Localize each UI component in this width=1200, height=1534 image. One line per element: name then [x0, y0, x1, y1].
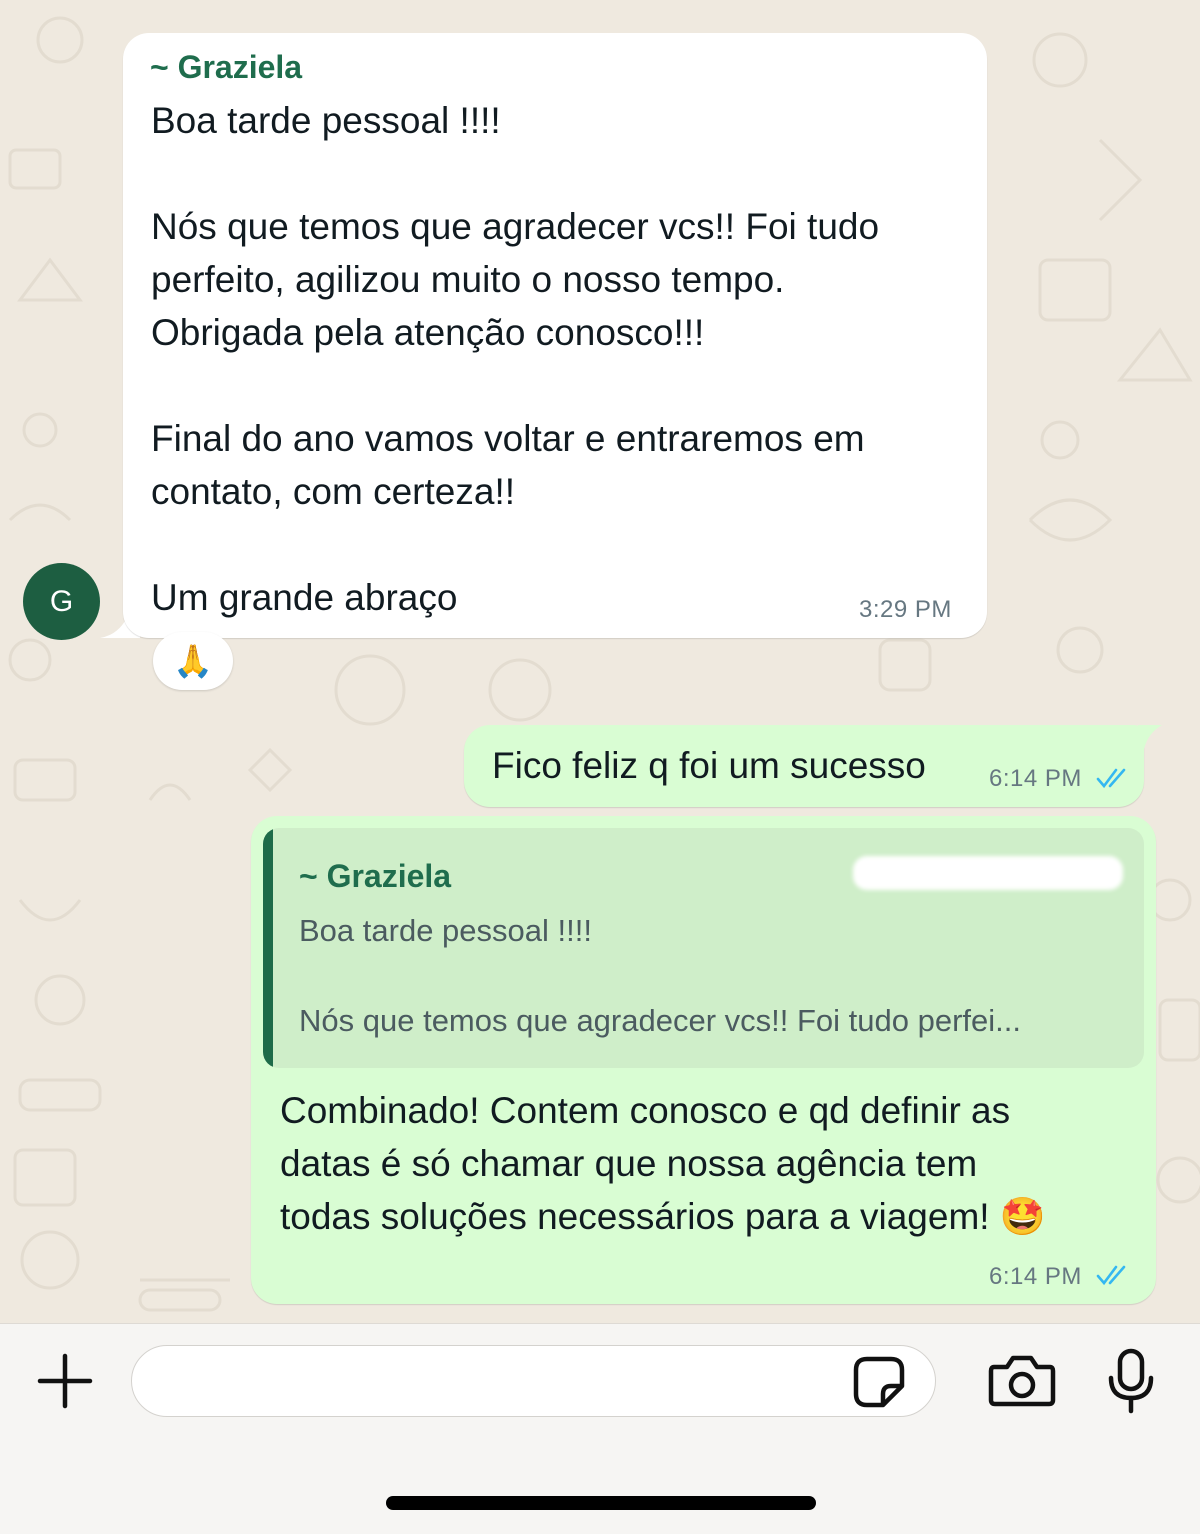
message-line: contato, com certeza!!	[151, 471, 516, 512]
message-line: Obrigada pela atenção conosco!!!	[151, 312, 705, 353]
quoted-sender-name: ~ Graziela	[299, 858, 452, 894]
avatar[interactable]: G	[23, 563, 100, 640]
plus-icon[interactable]	[36, 1352, 94, 1410]
message-line: Nós que temos que agradecer vcs!! Foi tu…	[151, 206, 880, 247]
bubble-tail	[1138, 725, 1162, 749]
quoted-message[interactable]: ~ Graziela Boa tarde pessoal !!!! Nós qu…	[263, 828, 1144, 1068]
home-indicator[interactable]	[386, 1496, 816, 1510]
reaction-badge[interactable]: 🙏	[153, 632, 233, 690]
avatar-initial: G	[49, 585, 74, 618]
message-time: 6:14 PM	[989, 765, 1082, 792]
message-line: todas soluções necessários para a viagem…	[280, 1196, 1046, 1237]
microphone-icon[interactable]	[1106, 1348, 1156, 1414]
message-line: Boa tarde pessoal !!!!	[151, 100, 501, 141]
message-line: Combinado! Contem conosco e qd definir a…	[280, 1090, 1011, 1131]
quoted-line: Boa tarde pessoal !!!!	[299, 913, 592, 948]
quoted-line: Nós que temos que agradecer vcs!! Foi tu…	[299, 1003, 1021, 1038]
outgoing-message[interactable]: Fico feliz q foi um sucesso 6:14 PM	[464, 725, 1144, 807]
redacted-phone	[853, 856, 1123, 890]
camera-icon[interactable]	[988, 1354, 1056, 1408]
message-line: datas é só chamar que nossa agência tem	[280, 1143, 978, 1184]
folded-hands-emoji: 🙏	[173, 643, 213, 679]
message-line: Final do ano vamos voltar e entraremos e…	[151, 418, 865, 459]
quote-accent-bar	[263, 828, 273, 1068]
message-line: Um grande abraço	[151, 577, 458, 618]
message-time: 3:29 PM	[859, 596, 952, 623]
redacted-phone	[683, 59, 973, 87]
sender-name: ~ Graziela	[150, 49, 303, 85]
message-line: perfeito, agilizou muito o nosso tempo.	[151, 259, 785, 300]
message-input[interactable]	[131, 1345, 936, 1417]
message-text: Fico feliz q foi um sucesso	[492, 745, 926, 786]
message-input-text[interactable]	[156, 1360, 840, 1402]
double-check-icon	[1096, 1265, 1126, 1286]
message-time: 6:14 PM	[989, 1263, 1082, 1290]
chat-area[interactable]: G ~ Graziela Boa tarde pessoal !!!! Nós …	[0, 0, 1200, 1323]
sticker-icon[interactable]	[853, 1356, 905, 1408]
double-check-icon	[1096, 768, 1126, 789]
incoming-message[interactable]: ~ Graziela Boa tarde pessoal !!!! Nós qu…	[123, 33, 987, 638]
